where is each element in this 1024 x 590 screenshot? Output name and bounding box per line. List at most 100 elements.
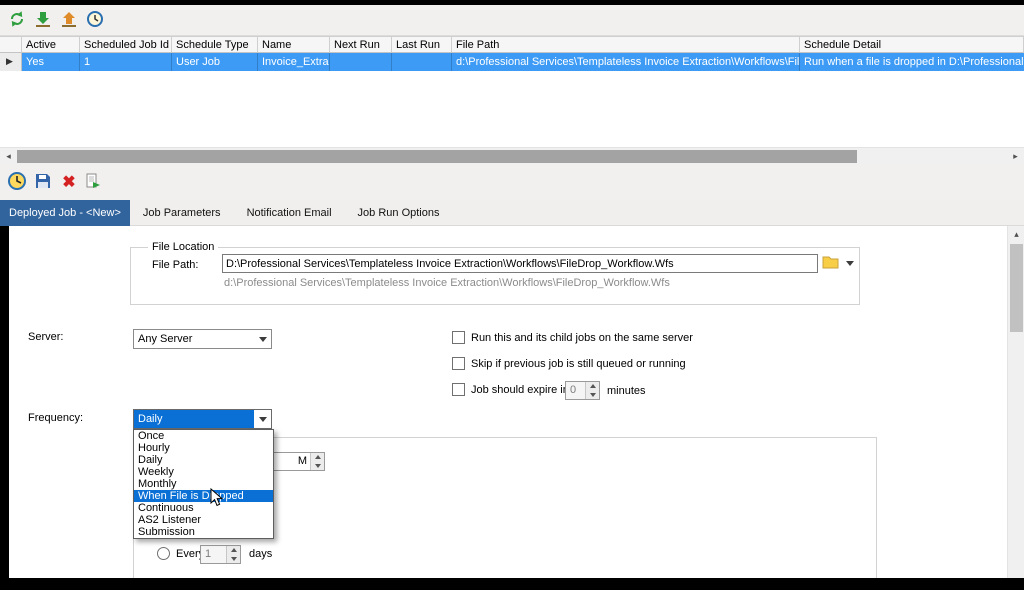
cell-file-path: d:\Professional Services\Templateless In… <box>452 53 800 71</box>
letterbox-left <box>0 226 9 578</box>
file-location-legend: File Location <box>148 241 218 253</box>
v-scroll-thumb[interactable] <box>1010 244 1023 332</box>
cell-schedule-detail: Run when a file is dropped in D:\Profess… <box>800 53 1024 71</box>
cell-active: Yes <box>22 53 80 71</box>
frequency-option[interactable]: Daily <box>134 454 273 466</box>
scroll-right-button[interactable]: ▸ <box>1007 148 1024 165</box>
spin-down-button[interactable] <box>227 555 240 564</box>
radio-every[interactable] <box>157 547 170 560</box>
chevron-down-icon <box>231 557 237 561</box>
clock-icon <box>86 10 104 31</box>
column-header-active[interactable]: Active <box>22 36 80 53</box>
main-toolbar <box>0 5 1024 36</box>
frequency-option-highlighted[interactable]: When File is Dropped <box>134 490 273 502</box>
frequency-dropdown: Once Hourly Daily Weekly Monthly When Fi… <box>133 429 274 539</box>
frequency-option[interactable]: Continuous <box>134 502 273 514</box>
frequency-option[interactable]: Hourly <box>134 442 273 454</box>
checkbox-skip-queued-label: Skip if previous job is still queued or … <box>471 358 686 370</box>
cell-next-run <box>330 53 392 71</box>
every-days-value: 1 <box>201 546 226 563</box>
chevron-up-icon <box>315 455 321 459</box>
cell-scheduled-job-id: 1 <box>80 53 172 71</box>
delete-button[interactable]: ✖ <box>58 171 80 193</box>
chevron-down-icon <box>259 337 267 342</box>
column-header-last-run[interactable]: Last Run <box>392 36 452 53</box>
clock-icon <box>7 171 27 194</box>
every-days-spinner[interactable]: 1 <box>200 545 241 564</box>
spin-down-button[interactable] <box>311 462 324 471</box>
import-button[interactable] <box>32 9 54 31</box>
folder-icon <box>822 255 839 272</box>
export-icon <box>60 10 78 31</box>
days-label: days <box>249 548 272 560</box>
vertical-scrollbar[interactable]: ▴ <box>1007 226 1024 578</box>
server-combobox[interactable]: Any Server <box>133 329 272 349</box>
frequency-combobox[interactable]: Daily <box>133 409 272 429</box>
import-icon <box>34 10 52 31</box>
spin-up-button[interactable] <box>586 382 599 391</box>
export-button[interactable] <box>58 9 80 31</box>
cell-schedule-type: User Job <box>172 53 258 71</box>
tab-deployed-job[interactable]: Deployed Job - <New> <box>0 200 130 226</box>
spin-up-button[interactable] <box>227 546 240 555</box>
cell-name: Invoice_Extraction <box>258 53 330 71</box>
file-path-dropdown-button[interactable] <box>842 253 858 273</box>
frequency-option[interactable]: Submission <box>134 526 273 538</box>
file-path-hint: d:\Professional Services\Templateless In… <box>224 277 670 289</box>
horizontal-scrollbar[interactable]: ◂ ▸ <box>0 147 1024 164</box>
letterbox-bottom <box>0 578 1024 590</box>
tab-job-run-options[interactable]: Job Run Options <box>345 200 453 226</box>
refresh-button[interactable] <box>6 9 28 31</box>
chevron-down-icon <box>846 261 854 266</box>
refresh-icon <box>8 10 26 31</box>
scroll-left-button[interactable]: ◂ <box>0 148 17 165</box>
column-header-selector <box>0 36 22 53</box>
minutes-label: minutes <box>607 385 646 397</box>
checkbox-same-server[interactable] <box>452 331 465 344</box>
h-scroll-thumb[interactable] <box>17 150 857 163</box>
grid-row-selected[interactable]: ▶ Yes 1 User Job Invoice_Extraction d:\P… <box>0 53 1024 71</box>
chevron-up-icon <box>231 548 237 552</box>
mouse-cursor <box>210 488 224 511</box>
save-icon <box>34 172 52 193</box>
spin-up-button[interactable] <box>311 453 324 462</box>
scroll-up-button[interactable]: ▴ <box>1008 226 1024 243</box>
column-header-schedule-type[interactable]: Schedule Type <box>172 36 258 53</box>
frequency-option[interactable]: Once <box>134 430 273 442</box>
file-path-input[interactable] <box>222 254 818 273</box>
expire-minutes-value: 0 <box>566 382 585 399</box>
schedule-button[interactable] <box>84 9 106 31</box>
frequency-combobox-value: Daily <box>134 410 254 428</box>
chevron-down-icon <box>315 464 321 468</box>
frequency-option[interactable]: Weekly <box>134 466 273 478</box>
frequency-option[interactable]: Monthly <box>134 478 273 490</box>
tab-job-parameters[interactable]: Job Parameters <box>130 200 234 226</box>
column-header-file-path[interactable]: File Path <box>452 36 800 53</box>
export-doc-icon <box>84 172 102 193</box>
frequency-label: Frequency: <box>28 412 83 424</box>
column-header-scheduled-job-id[interactable]: Scheduled Job Id <box>80 36 172 53</box>
export-job-button[interactable] <box>82 171 104 193</box>
checkbox-expire[interactable] <box>452 383 465 396</box>
delete-icon: ✖ <box>62 172 75 192</box>
expire-minutes-spinner[interactable]: 0 <box>565 381 600 400</box>
column-header-schedule-detail[interactable]: Schedule Detail <box>800 36 1024 53</box>
spin-down-button[interactable] <box>586 391 599 400</box>
checkbox-skip-queued[interactable] <box>452 357 465 370</box>
chevron-up-icon <box>590 384 596 388</box>
schedule-job-button[interactable] <box>6 171 28 193</box>
row-selector-cell: ▶ <box>0 53 22 71</box>
tab-strip: Deployed Job - <New> Job Parameters Noti… <box>0 200 1024 226</box>
server-combobox-value: Any Server <box>134 330 254 348</box>
detail-toolbar: ✖ <box>0 164 1024 200</box>
browse-folder-button[interactable] <box>820 253 840 273</box>
frequency-option[interactable]: AS2 Listener <box>134 514 273 526</box>
checkbox-same-server-label: Run this and its child jobs on the same … <box>471 332 693 344</box>
tab-notification-email[interactable]: Notification Email <box>234 200 345 226</box>
save-button[interactable] <box>32 171 54 193</box>
chevron-down-icon <box>590 393 596 397</box>
column-header-next-run[interactable]: Next Run <box>330 36 392 53</box>
column-header-name[interactable]: Name <box>258 36 330 53</box>
grid-header-row: Active Scheduled Job Id Schedule Type Na… <box>0 36 1024 53</box>
chevron-down-icon <box>259 417 267 422</box>
